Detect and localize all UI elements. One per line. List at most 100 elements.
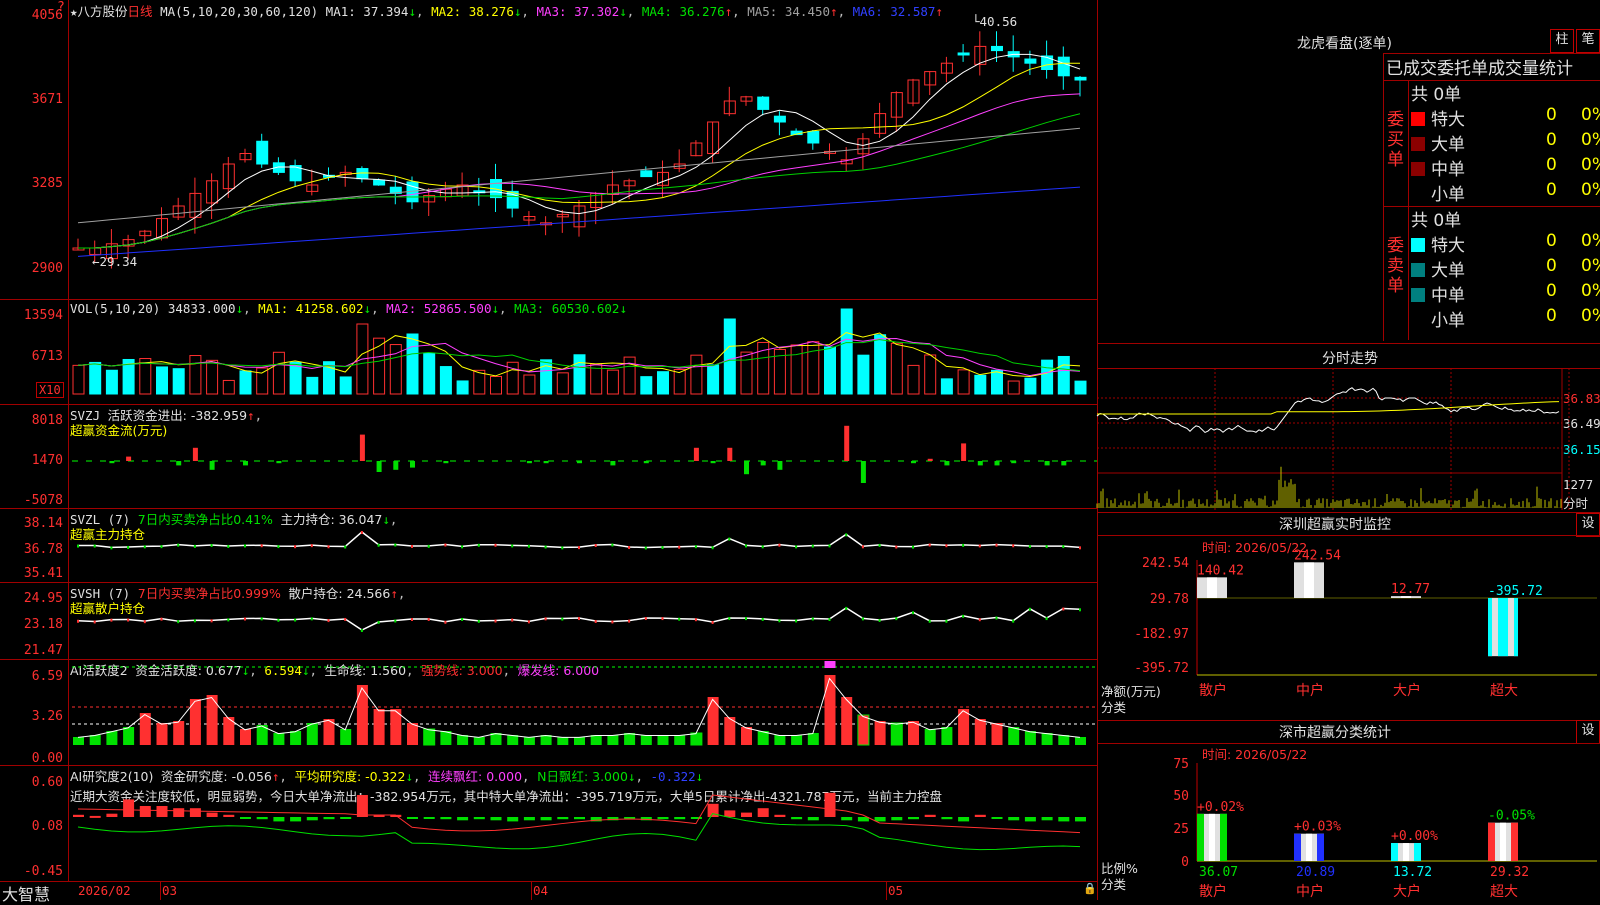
category-label: 超大 bbox=[1490, 884, 1518, 900]
retail-line-tick bbox=[260, 617, 263, 621]
research-bar bbox=[1041, 817, 1053, 821]
row-percent: 0% bbox=[1581, 231, 1600, 251]
holding-line-tick bbox=[527, 544, 530, 548]
row-label: 大单 bbox=[1431, 261, 1465, 281]
holding-line-tick bbox=[962, 543, 965, 547]
volume-bar bbox=[657, 371, 669, 395]
research-bar bbox=[741, 812, 752, 817]
fenshi-chart bbox=[1096, 368, 1570, 510]
retail-line-tick bbox=[477, 619, 480, 623]
holding-line-tick bbox=[93, 544, 96, 548]
lock-icon[interactable]: 🔒 bbox=[1083, 882, 1097, 895]
volume-bar bbox=[924, 354, 937, 395]
retail-line-tick bbox=[945, 619, 948, 623]
legend-swatch bbox=[1411, 263, 1425, 277]
activity-bar bbox=[1024, 731, 1036, 745]
classify-settings-button[interactable]: 设 bbox=[1576, 720, 1600, 744]
row-count: 0 bbox=[1546, 155, 1557, 175]
candle bbox=[991, 45, 1003, 52]
monitor-settings-button[interactable]: 设 bbox=[1576, 513, 1600, 537]
activity-bar bbox=[674, 735, 686, 745]
research-bar bbox=[807, 817, 819, 821]
volume-bar bbox=[857, 354, 870, 395]
flow-bar bbox=[710, 461, 716, 464]
activity-bar bbox=[657, 735, 669, 745]
volume-bar bbox=[423, 352, 436, 395]
flow-bar bbox=[109, 461, 115, 464]
flow-bar bbox=[359, 434, 365, 461]
activity-bar bbox=[874, 721, 886, 745]
lhb-header: 已成交委托单成交量统计 bbox=[1386, 59, 1573, 79]
research-bar bbox=[924, 814, 936, 817]
retail-line-tick bbox=[110, 618, 113, 622]
activity-bar bbox=[791, 735, 803, 745]
candle bbox=[757, 96, 770, 110]
retail-line-tick bbox=[628, 619, 631, 623]
row-count: 0 bbox=[1546, 105, 1557, 125]
volume-bar bbox=[623, 356, 636, 395]
bar-value: 242.54 bbox=[1294, 548, 1341, 563]
y-tick-label: 50 bbox=[1173, 789, 1189, 804]
retail-line-tick bbox=[878, 618, 881, 622]
retail-line-tick bbox=[1045, 617, 1048, 621]
holding-line-tick bbox=[1012, 544, 1015, 548]
flow-bar bbox=[860, 461, 866, 483]
row-label: 大单 bbox=[1431, 135, 1465, 155]
volume-chart bbox=[72, 308, 1087, 395]
research-bar bbox=[1075, 817, 1086, 822]
holding-line-tick bbox=[611, 543, 614, 547]
category-label: 中户 bbox=[1296, 883, 1324, 900]
research-bar bbox=[991, 817, 1003, 819]
row-count: 0 bbox=[1546, 231, 1557, 251]
retail-line-tick bbox=[177, 620, 180, 624]
bar-value: 29.32 bbox=[1490, 865, 1529, 880]
column-mode-button[interactable]: 柱 bbox=[1550, 29, 1574, 53]
retail-line-tick bbox=[861, 617, 864, 621]
holding-line-tick bbox=[811, 544, 814, 548]
retail-line-tick bbox=[360, 629, 363, 633]
research-bar bbox=[958, 817, 970, 822]
activity-bar bbox=[741, 727, 752, 745]
holding-line-tick bbox=[177, 543, 180, 547]
volume-bar bbox=[289, 361, 302, 395]
flow-bar bbox=[693, 447, 699, 461]
volume-bar bbox=[222, 379, 235, 395]
high-mark: └40.56 bbox=[972, 14, 1018, 29]
volume-bar bbox=[189, 355, 202, 395]
activity-bar bbox=[273, 733, 285, 745]
volume-bar bbox=[456, 380, 469, 395]
research-bar bbox=[523, 817, 535, 821]
activity-bar bbox=[624, 733, 636, 745]
volume-bar bbox=[907, 364, 920, 395]
flow-bar bbox=[1061, 461, 1067, 466]
volume-bar bbox=[89, 361, 102, 395]
flow-bar bbox=[844, 425, 850, 461]
tick-mode-button[interactable]: 笔 bbox=[1576, 29, 1600, 53]
research-bar bbox=[657, 817, 669, 820]
retail-line-tick bbox=[310, 617, 313, 621]
activity-bar bbox=[824, 675, 836, 745]
holding-line-tick bbox=[327, 545, 330, 549]
holding-line-tick bbox=[678, 545, 681, 549]
flow-bar bbox=[176, 461, 182, 466]
candle bbox=[256, 140, 269, 165]
research-bar bbox=[407, 817, 418, 819]
lhb-title: 龙虎看盘(逐单) bbox=[1297, 36, 1392, 52]
retail-line-tick bbox=[611, 620, 614, 624]
research-bar bbox=[974, 814, 986, 817]
activity-bar bbox=[73, 737, 84, 745]
holding-line-tick bbox=[828, 544, 831, 548]
activity-bar bbox=[774, 735, 786, 745]
fenshi-vol-label: 1277 bbox=[1563, 477, 1594, 492]
activity-bar bbox=[607, 735, 619, 745]
activity-bar bbox=[857, 714, 870, 746]
research-bar bbox=[457, 817, 469, 821]
volume-bar bbox=[974, 374, 987, 395]
research-bar bbox=[674, 817, 686, 820]
row-label: 中单 bbox=[1431, 160, 1465, 180]
volume-bar bbox=[206, 359, 219, 395]
volume-bar bbox=[406, 333, 419, 395]
row-percent: 0% bbox=[1581, 105, 1600, 125]
ai2-chart bbox=[73, 792, 1086, 851]
bar-edge bbox=[1414, 843, 1421, 861]
